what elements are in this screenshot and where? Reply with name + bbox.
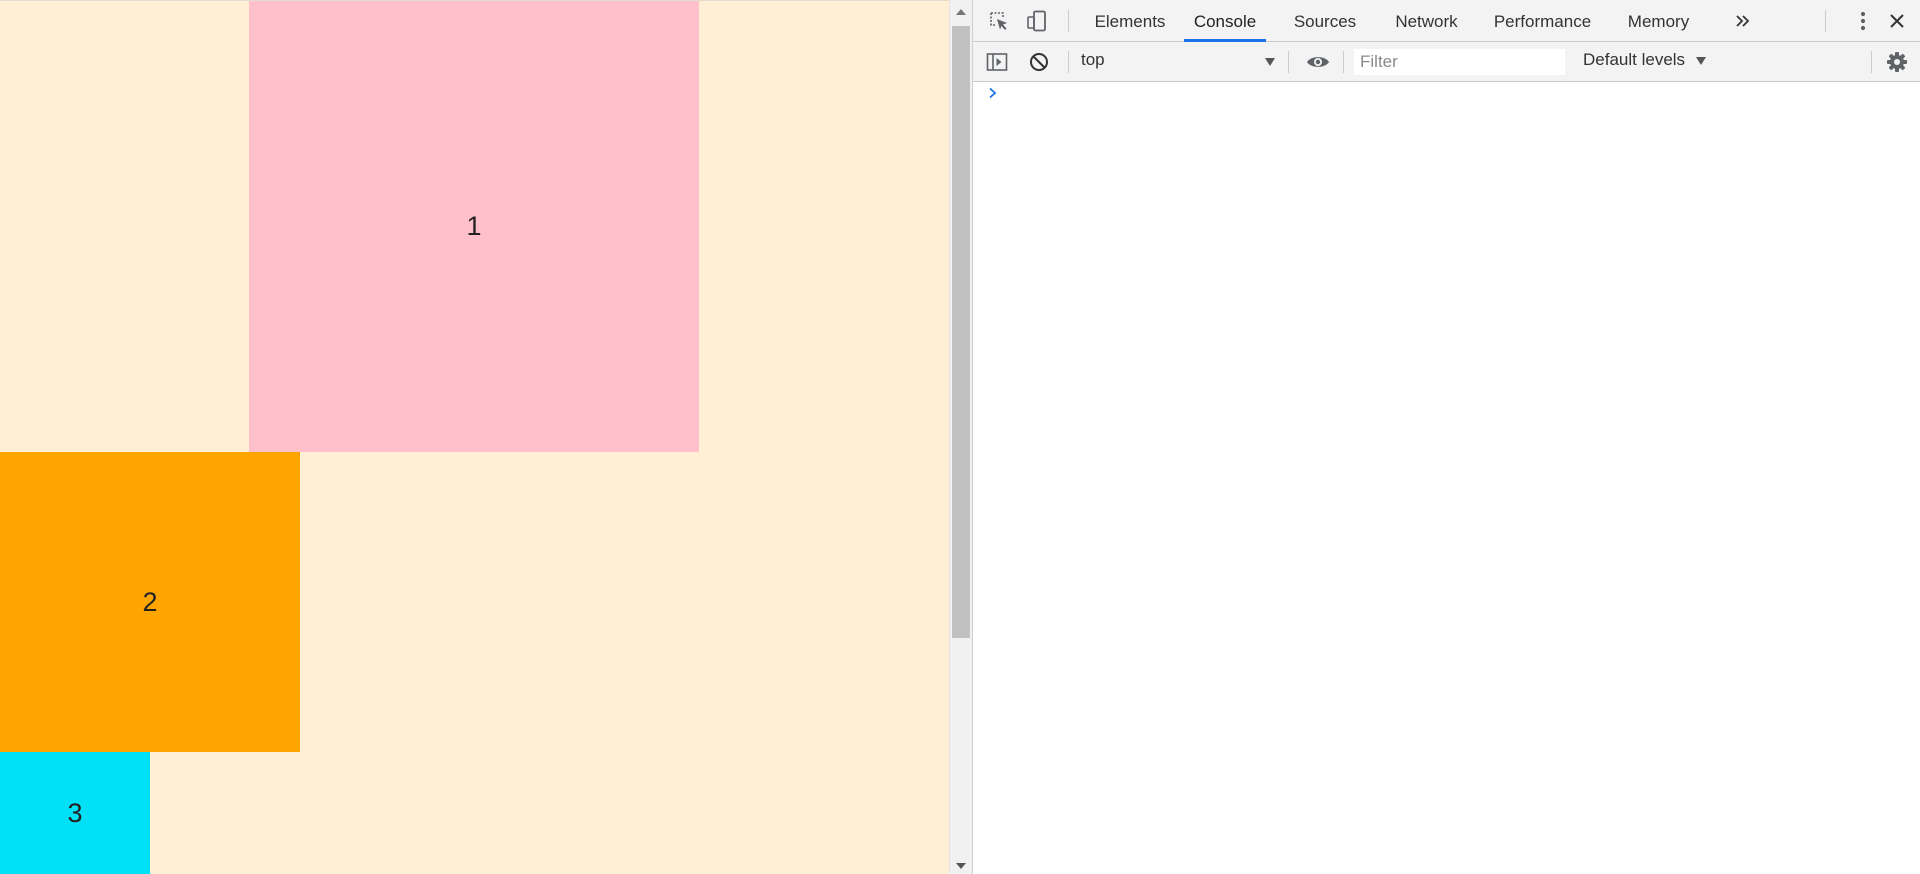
tab-elements[interactable]: Elements xyxy=(1085,0,1175,41)
clear-console-icon[interactable] xyxy=(1028,51,1050,73)
box-3-label: 3 xyxy=(67,797,83,828)
kebab-menu-icon[interactable] xyxy=(1853,10,1873,32)
toolbar-separator-2 xyxy=(1288,51,1289,73)
tab-console[interactable]: Console xyxy=(1184,0,1266,42)
devtools-tab-bar: Elements Console Sources Network Perform… xyxy=(973,0,1920,42)
tab-sources[interactable]: Sources xyxy=(1283,0,1367,41)
context-dropdown-arrow-icon xyxy=(1265,58,1275,66)
box-2-label: 2 xyxy=(142,586,158,617)
console-sidebar-icon[interactable] xyxy=(985,50,1009,74)
context-selector-label: top xyxy=(1081,50,1105,69)
console-output[interactable] xyxy=(973,82,1920,874)
console-filter-input[interactable] xyxy=(1354,49,1565,75)
tab-memory[interactable]: Memory xyxy=(1616,0,1701,41)
devtools-panel: Elements Console Sources Network Perform… xyxy=(972,0,1920,874)
more-tabs-icon[interactable] xyxy=(1732,10,1754,32)
scroll-up-arrow-icon[interactable] xyxy=(956,9,966,15)
toolbar-separator-1 xyxy=(1068,51,1069,73)
page-scrollbar[interactable] xyxy=(949,0,972,874)
scrollbar-thumb[interactable] xyxy=(952,26,970,638)
close-icon[interactable] xyxy=(1886,10,1908,32)
device-toolbar-icon[interactable] xyxy=(1025,9,1049,33)
flex-box-2: 2 xyxy=(0,452,300,752)
flex-box-3: 3 xyxy=(0,752,150,874)
log-levels-arrow-icon xyxy=(1696,57,1706,65)
live-expression-icon[interactable] xyxy=(1305,51,1331,73)
scroll-down-arrow-icon[interactable] xyxy=(956,863,966,869)
settings-gear-icon[interactable] xyxy=(1885,50,1909,74)
toolbar-separator-4 xyxy=(1871,51,1872,73)
console-prompt-icon[interactable] xyxy=(988,86,998,104)
tab-network[interactable]: Network xyxy=(1384,0,1469,41)
tabbar-separator xyxy=(1068,10,1069,32)
toolbar-separator-3 xyxy=(1343,51,1344,73)
flex-box-1: 1 xyxy=(249,1,699,452)
tabbar-separator-right xyxy=(1825,10,1826,32)
log-levels-label: Default levels xyxy=(1583,50,1686,69)
box-1-label: 1 xyxy=(466,211,482,241)
page-viewport: 1 2 3 xyxy=(0,0,949,874)
inspect-element-icon[interactable] xyxy=(987,9,1011,33)
tab-performance[interactable]: Performance xyxy=(1486,0,1599,41)
